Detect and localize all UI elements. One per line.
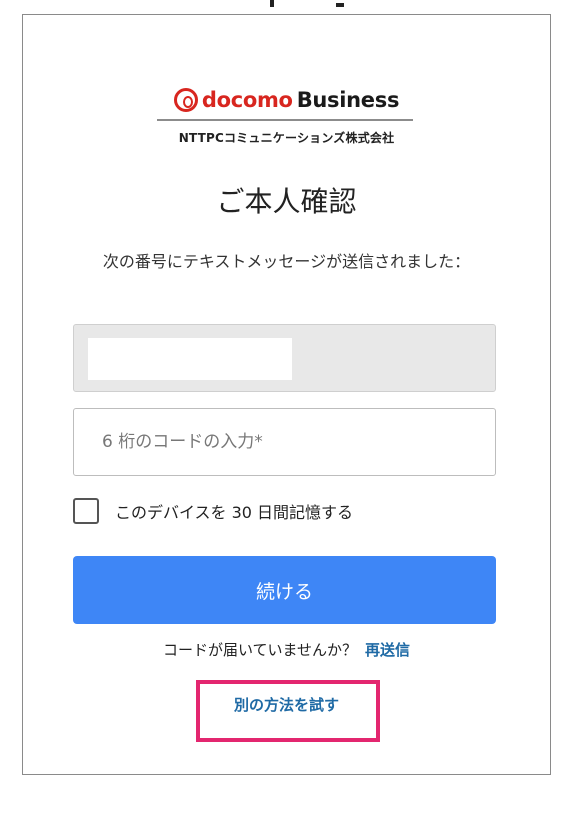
resend-row: コードが届いていませんか？ 再送信: [23, 639, 550, 660]
verification-card: docomo Business NTTPCコミュニケーションズ株式会社 ご本人確認…: [22, 14, 551, 775]
logo-divider: [157, 119, 413, 121]
verification-code-input[interactable]: [73, 408, 496, 476]
redacted-phone-number: [88, 338, 292, 380]
remember-device-row[interactable]: このデバイスを 30 日間記憶する: [73, 498, 353, 524]
docomo-logo-icon: [173, 88, 198, 112]
resend-link[interactable]: 再送信: [365, 641, 410, 659]
try-other-method-link[interactable]: 別の方法を試す: [23, 694, 550, 715]
page-title: ご本人確認: [216, 185, 357, 218]
brand-name: docomo Business: [201, 88, 400, 112]
brand-name-business: Business: [296, 88, 400, 112]
phone-number-field: [73, 324, 496, 392]
company-name: NTTPCコミュニケーションズ株式会社: [178, 131, 395, 145]
remember-device-checkbox[interactable]: [73, 498, 99, 524]
brand-logo: docomo Business: [23, 88, 550, 112]
cropped-header-fragment: [240, 0, 350, 8]
remember-device-label: このデバイスを 30 日間記憶する: [115, 503, 354, 522]
continue-button[interactable]: 続ける: [73, 556, 496, 624]
sent-message: 次の番号にテキストメッセージが送信されました：: [102, 252, 471, 271]
brand-name-docomo: docomo: [201, 88, 293, 112]
resend-question: コードが届いていませんか？: [162, 641, 358, 659]
